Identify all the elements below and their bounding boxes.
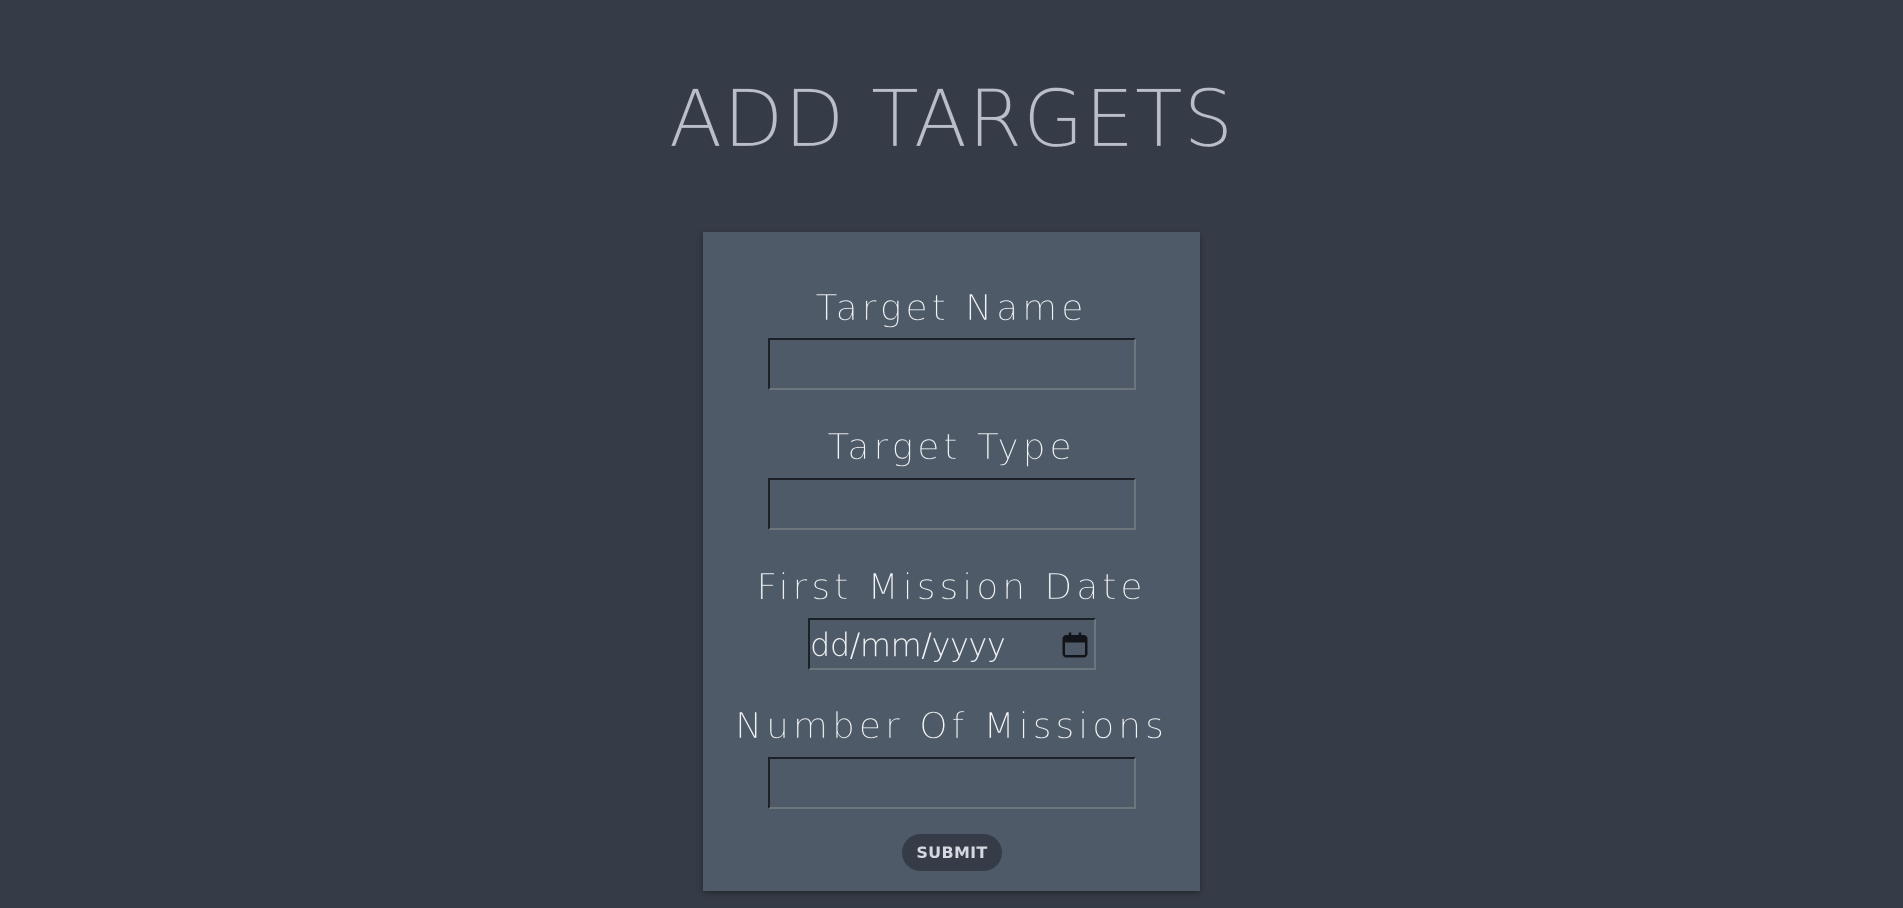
number-of-missions-input[interactable] — [768, 757, 1136, 809]
first-mission-date-input[interactable]: dd/mm/yyyy — [808, 618, 1096, 670]
target-name-label: Target Name — [815, 288, 1088, 329]
date-placeholder: dd/mm/yyyy — [810, 626, 1006, 664]
first-mission-date-label: First Mission Date — [756, 567, 1147, 608]
add-target-form: Target Name Target Type First Mission Da… — [703, 232, 1200, 891]
calendar-icon[interactable] — [1060, 630, 1090, 660]
number-of-missions-label: Number Of Missions — [735, 706, 1168, 747]
target-name-input[interactable] — [768, 338, 1136, 390]
target-type-input[interactable] — [768, 478, 1136, 530]
page-title: ADD TARGETS — [668, 75, 1235, 165]
submit-button[interactable]: SUBMIT — [902, 834, 1002, 871]
target-type-label: Target Type — [827, 427, 1076, 468]
